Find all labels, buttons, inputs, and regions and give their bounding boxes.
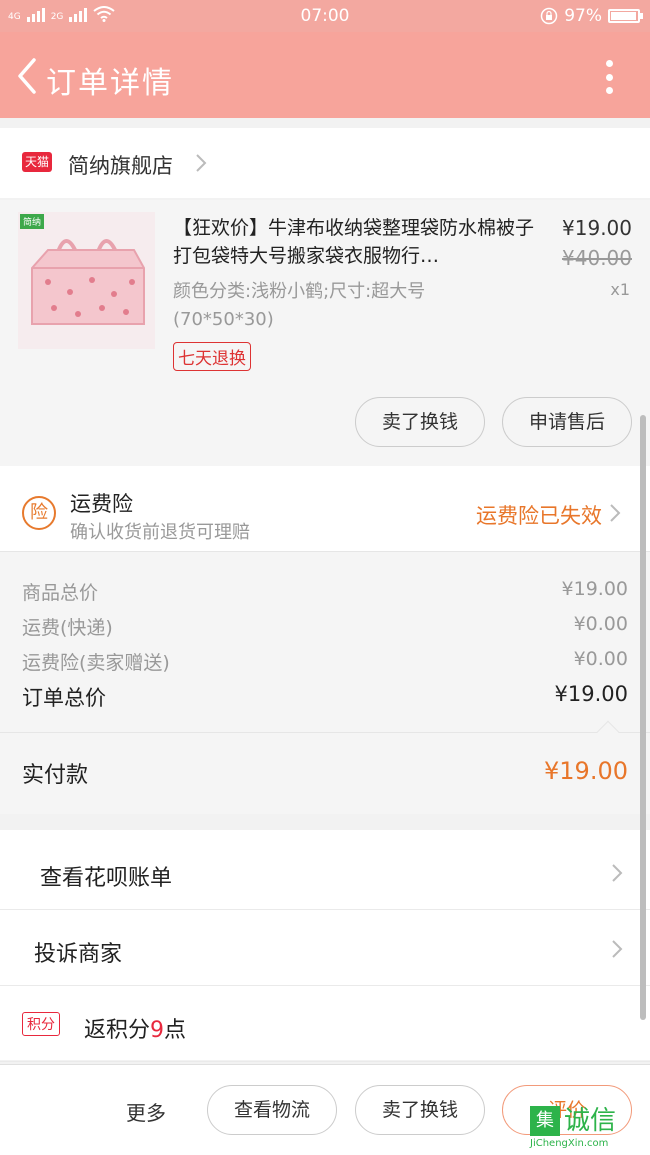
more-button[interactable]: 更多 — [126, 1097, 166, 1126]
insurance-status: 运费险已失效 — [476, 504, 602, 528]
amount-paid-label: 实付款 — [22, 763, 89, 788]
watermark: 集 诚信 JiChengXin.com — [530, 1106, 642, 1150]
insurance-fee-row: 运费险(卖家赠送) ¥0.00 — [22, 648, 628, 675]
original-price: ¥40.00 — [562, 246, 632, 270]
order-total-row: 订单总价 ¥19.00 — [22, 682, 628, 712]
amount-paid-value: ¥19.00 — [544, 757, 628, 785]
product-thumbnail[interactable]: 简纳 — [18, 212, 155, 349]
goods-total-label: 商品总价 — [22, 582, 99, 604]
return-policy-badge: 七天退换 — [173, 342, 251, 371]
shipping-label: 运费(快递) — [22, 617, 113, 639]
store-row[interactable]: 天猫 简纳旗舰店 — [0, 128, 650, 198]
storage-bag-image — [18, 212, 155, 349]
insurance-fee-label: 运费险(卖家赠送) — [22, 652, 170, 674]
points-badge: 积分 — [22, 1012, 60, 1036]
store-name: 简纳旗舰店 — [68, 154, 173, 178]
back-arrow-icon[interactable] — [12, 56, 42, 96]
huabei-bill-label: 查看花呗账单 — [40, 866, 173, 891]
after-sale-button[interactable]: 申请售后 — [502, 397, 632, 447]
chevron-right-icon — [612, 940, 623, 958]
points-item: 积分 返积分9点 — [0, 986, 650, 1062]
complain-seller-item[interactable]: 投诉商家 — [0, 910, 650, 986]
brand-tag: 简纳 — [20, 214, 45, 229]
goods-total-value: ¥19.00 — [561, 578, 628, 600]
watermark-logo: 集 — [530, 1106, 560, 1136]
product-spec: 颜色分类:浅粉小鹤;尺寸:超大号(70*50*30) — [173, 281, 426, 330]
insurance-title: 运费险 — [70, 492, 133, 516]
shipping-value: ¥0.00 — [573, 613, 628, 635]
order-total-label: 订单总价 — [22, 686, 106, 710]
battery-icon — [608, 9, 643, 23]
huabei-bill-item[interactable]: 查看花呗账单 — [0, 834, 650, 910]
points-suffix: 点 — [164, 1018, 187, 1043]
product-title[interactable]: 【狂欢价】牛津布收纳袋整理袋防水棉被子打包袋特大号搬家袋衣服物行… — [173, 214, 548, 270]
amount-paid-row: 实付款 ¥19.00 — [0, 720, 650, 814]
chevron-right-icon — [610, 504, 621, 522]
insurance-icon: 险 — [22, 496, 56, 530]
price-summary: 商品总价 ¥19.00 运费(快递) ¥0.00 运费险(卖家赠送) ¥0.00… — [0, 552, 650, 732]
page-title: 订单详情 — [46, 66, 174, 101]
resell-button-bottom[interactable]: 卖了换钱 — [355, 1085, 485, 1135]
order-total-value: ¥19.00 — [554, 682, 628, 706]
chevron-right-icon — [196, 154, 207, 172]
product-price: ¥19.00 — [562, 216, 632, 240]
complain-seller-label: 投诉商家 — [34, 942, 123, 967]
status-bar: 4G 2G 07:00 97% — [0, 0, 650, 32]
action-list: 查看花呗账单 投诉商家 积分 返积分9点 — [0, 830, 650, 1062]
watermark-url: JiChengXin.com — [530, 1138, 609, 1149]
shipping-row: 运费(快递) ¥0.00 — [22, 613, 628, 640]
insurance-subtitle: 确认收货前退货可理赔 — [70, 522, 250, 543]
goods-total-row: 商品总价 ¥19.00 — [22, 578, 628, 605]
more-options-icon[interactable] — [606, 60, 614, 94]
rotation-lock-icon — [540, 7, 558, 25]
points-count: 9 — [150, 1018, 165, 1043]
quantity: x1 — [610, 280, 630, 299]
points-text: 返积分9点 — [84, 1012, 186, 1044]
order-item: 简纳 【狂欢价】牛津布收纳袋整理袋防水棉被子打包袋特大号搬家袋衣服物行… 颜色分… — [0, 200, 650, 466]
chevron-right-icon — [612, 864, 623, 882]
tmall-badge: 天猫 — [22, 152, 52, 172]
points-prefix: 返积分 — [84, 1018, 151, 1043]
battery-percent: 97% — [564, 6, 602, 26]
scrollbar[interactable] — [640, 415, 646, 1020]
watermark-text: 诚信 — [564, 1106, 617, 1136]
app-header: 订单详情 — [0, 32, 650, 118]
shipping-insurance-row[interactable]: 险 运费险 确认收货前退货可理赔 运费险已失效 — [0, 466, 650, 552]
resell-button[interactable]: 卖了换钱 — [355, 397, 485, 447]
insurance-fee-value: ¥0.00 — [573, 648, 628, 670]
view-logistics-button[interactable]: 查看物流 — [207, 1085, 337, 1135]
